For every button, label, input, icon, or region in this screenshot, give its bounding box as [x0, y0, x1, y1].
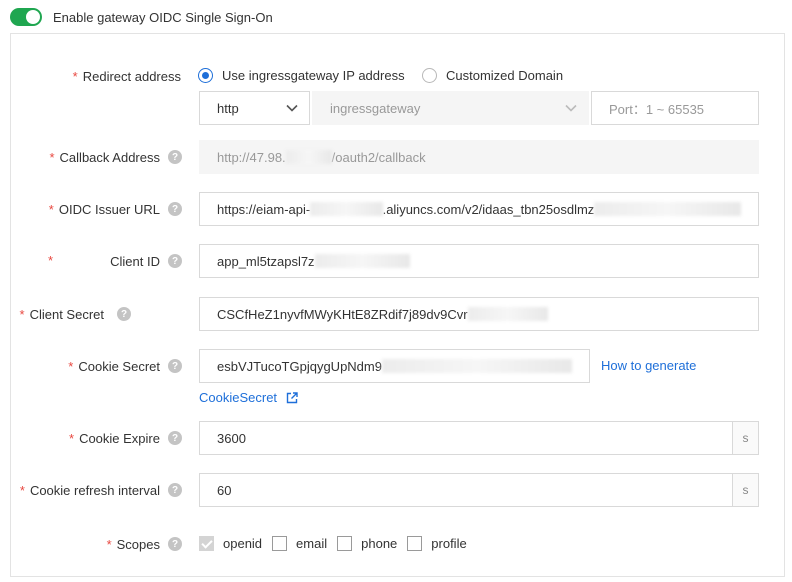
checkbox-unchecked-icon	[337, 536, 353, 551]
redacted-blur	[285, 150, 332, 164]
scope-phone-checkbox[interactable]: phone	[337, 536, 397, 551]
redacted-blur	[594, 202, 741, 216]
redacted-blur	[381, 359, 572, 373]
redirect-address-label: * Redirect address	[72, 68, 181, 84]
cookie-expire-label: * Cookie Expire?	[11, 428, 182, 448]
help-icon[interactable]: ?	[168, 254, 182, 268]
cookiesecret-doc-link[interactable]: CookieSecret	[199, 390, 298, 405]
callback-address-label: * Callback Address?	[11, 147, 182, 167]
port-input[interactable]: Port：1 ~ 65535	[591, 91, 759, 125]
client-id-label: Client ID?	[11, 251, 182, 271]
help-icon[interactable]: ?	[168, 483, 182, 497]
oidc-issuer-input[interactable]: https://eiam-api- .aliyuncs.com/v2/idaas_…	[199, 192, 759, 226]
checkbox-unchecked-icon	[407, 536, 423, 551]
help-icon[interactable]: ?	[168, 150, 182, 164]
checkbox-unchecked-icon	[272, 536, 288, 551]
client-secret-label: * Client Secret?	[11, 304, 131, 324]
redacted-blur	[467, 307, 548, 321]
redacted-blur	[314, 254, 410, 268]
scope-email-checkbox[interactable]: email	[272, 536, 327, 551]
chevron-down-icon	[565, 104, 577, 112]
oidc-sso-toggle[interactable]	[10, 8, 42, 26]
radio-ingress-ip[interactable]: Use ingressgateway IP address	[198, 68, 405, 83]
cookie-secret-input[interactable]: esbVJTucoTGpjqygUpNdm9	[199, 349, 590, 383]
radio-checked-icon	[198, 68, 213, 83]
protocol-select[interactable]: http	[199, 91, 310, 125]
oidc-toggle-row: Enable gateway OIDC Single Sign-On	[10, 6, 273, 28]
checkbox-checked-icon	[199, 536, 214, 551]
redacted-blur	[310, 202, 383, 216]
cookie-refresh-input[interactable]: 60 s	[199, 473, 759, 507]
scopes-group: openid email phone profile	[199, 536, 477, 551]
cookie-refresh-label: * Cookie refresh interval?	[11, 480, 182, 500]
help-icon[interactable]: ?	[117, 307, 131, 321]
how-to-generate-link[interactable]: How to generate	[601, 358, 696, 373]
external-link-icon	[286, 392, 298, 404]
help-icon[interactable]: ?	[168, 537, 182, 551]
callback-address-field: http://47.98./oauth2/callback	[199, 140, 759, 174]
client-id-input[interactable]: app_ml5tzapsl7z	[199, 244, 759, 278]
oidc-issuer-label: * OIDC Issuer URL?	[11, 199, 182, 219]
oidc-settings-panel: * Redirect address Use ingressgateway IP …	[10, 33, 785, 577]
radio-custom-domain[interactable]: Customized Domain	[422, 68, 563, 83]
chevron-down-icon	[286, 104, 298, 112]
cookie-secret-label: * Cookie Secret?	[11, 356, 182, 376]
cookie-expire-input[interactable]: 3600 s	[199, 421, 759, 455]
help-icon[interactable]: ?	[168, 431, 182, 445]
oidc-toggle-label: Enable gateway OIDC Single Sign-On	[53, 9, 273, 25]
seconds-suffix: s	[732, 474, 758, 506]
help-icon[interactable]: ?	[168, 202, 182, 216]
seconds-suffix: s	[732, 422, 758, 454]
scope-openid-checkbox: openid	[199, 536, 262, 551]
scopes-label: * Scopes?	[11, 534, 182, 554]
client-secret-input[interactable]: CSCfHeZ1nyvfMWyKHtE8ZRdif7j89dv9Cvr	[199, 297, 759, 331]
gateway-select: ingressgateway	[312, 91, 589, 125]
scope-profile-checkbox[interactable]: profile	[407, 536, 467, 551]
help-icon[interactable]: ?	[168, 359, 182, 373]
radio-unchecked-icon	[422, 68, 437, 83]
